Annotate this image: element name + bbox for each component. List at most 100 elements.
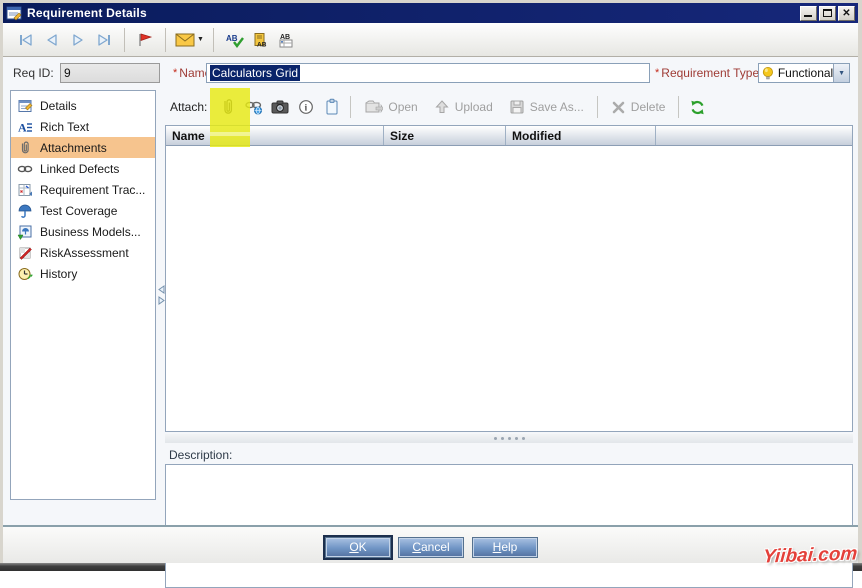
- sidebar-item-label: Rich Text: [40, 120, 89, 134]
- sidebar-splitter[interactable]: [157, 282, 165, 308]
- attach-label: Attach:: [170, 100, 207, 114]
- mail-icon: [175, 33, 195, 47]
- thesaurus-icon: AB: [251, 32, 269, 48]
- sidebar-item-linked-defects[interactable]: Linked Defects: [11, 158, 155, 179]
- required-asterisk: *: [655, 67, 659, 79]
- last-record-icon: [94, 32, 114, 48]
- attachments-table: Name Size Modified: [165, 125, 853, 432]
- name-input[interactable]: Calculators Grid: [206, 63, 650, 83]
- attach-url-button[interactable]: [241, 95, 267, 119]
- description-splitter[interactable]: [165, 434, 853, 443]
- attach-clipboard-button[interactable]: [319, 95, 345, 119]
- close-button[interactable]: ✕: [838, 6, 855, 21]
- attachments-icon: [17, 140, 33, 156]
- previous-record-icon: [42, 32, 62, 48]
- requirement-type-select[interactable]: Functional ▼: [758, 63, 850, 83]
- save-icon: [509, 99, 525, 115]
- toolbar-separator: [678, 96, 679, 118]
- open-attachment-button[interactable]: Open: [356, 95, 425, 119]
- splitter-dot: [501, 437, 504, 440]
- sidebar: Details A Rich Text Attachments Linked D…: [10, 90, 156, 500]
- fields-row: Req ID: 9 *Name: Calculators Grid *Requi…: [3, 58, 858, 88]
- titlebar: Requirement Details ✕: [3, 3, 858, 23]
- spell-check-icon: AB: [224, 32, 244, 48]
- name-value-selected: Calculators Grid: [210, 65, 300, 81]
- open-label: Open: [388, 100, 417, 114]
- last-record-button[interactable]: [91, 27, 117, 53]
- spelling-options-button[interactable]: AB: [273, 27, 299, 53]
- refresh-button[interactable]: [684, 95, 710, 119]
- sidebar-item-history[interactable]: History: [11, 263, 155, 284]
- sidebar-item-business-models[interactable]: Business Models...: [11, 221, 155, 242]
- attach-snapshot-button[interactable]: [267, 95, 293, 119]
- attach-system-info-button[interactable]: i: [293, 95, 319, 119]
- sidebar-item-label: Linked Defects: [40, 162, 119, 176]
- first-record-button[interactable]: [13, 27, 39, 53]
- upload-attachment-button[interactable]: Upload: [426, 95, 501, 119]
- help-button[interactable]: Help: [472, 537, 538, 558]
- sidebar-item-label: History: [40, 267, 77, 281]
- minimize-button[interactable]: [800, 6, 817, 21]
- bulb-icon: [761, 65, 775, 81]
- test-coverage-icon: [17, 203, 33, 219]
- details-icon: [17, 98, 33, 114]
- ok-button[interactable]: OK: [325, 537, 391, 558]
- sidebar-item-label: RiskAssessment: [40, 246, 129, 260]
- splitter-dot: [494, 437, 497, 440]
- sidebar-item-attachments[interactable]: Attachments: [11, 137, 155, 158]
- upload-icon: [434, 99, 450, 115]
- thesaurus-button[interactable]: AB: [247, 27, 273, 53]
- save-as-label: Save As...: [530, 100, 584, 114]
- attachments-list-area[interactable]: [166, 146, 852, 431]
- attach-file-button[interactable]: [215, 95, 241, 119]
- next-record-button[interactable]: [65, 27, 91, 53]
- info-icon: i: [298, 99, 314, 115]
- sidebar-item-rich-text[interactable]: A Rich Text: [11, 116, 155, 137]
- minimize-icon: [804, 15, 812, 17]
- req-id-field[interactable]: 9: [60, 63, 160, 83]
- sidebar-item-risk-assessment[interactable]: RiskAssessment: [11, 242, 155, 263]
- save-as-attachment-button[interactable]: Save As...: [501, 95, 592, 119]
- splitter-dot: [515, 437, 518, 440]
- record-toolbar: ▼ AB AB AB: [3, 23, 858, 57]
- attachments-table-header: Name Size Modified: [166, 126, 852, 146]
- watermark: Yiibai.com: [762, 543, 858, 568]
- toolbar-separator: [213, 28, 214, 52]
- flag-icon: [136, 32, 154, 48]
- camera-icon: [270, 99, 290, 115]
- cancel-button[interactable]: Cancel: [398, 537, 464, 558]
- delete-attachment-button[interactable]: Delete: [603, 95, 674, 119]
- toolbar-separator: [350, 96, 351, 118]
- sidebar-item-details[interactable]: Details: [11, 95, 155, 116]
- business-models-icon: [17, 224, 33, 240]
- attachments-panel: Attach: i: [165, 90, 853, 500]
- sidebar-item-test-coverage[interactable]: Test Coverage: [11, 200, 155, 221]
- description-label: Description:: [169, 448, 232, 462]
- column-header-size[interactable]: Size: [384, 126, 506, 145]
- svg-text:AB: AB: [226, 34, 238, 43]
- sidebar-item-label: Requirement Trac...: [40, 183, 145, 197]
- column-header-empty[interactable]: [656, 126, 852, 145]
- sidebar-item-label: Test Coverage: [40, 204, 117, 218]
- maximize-icon: [823, 9, 832, 17]
- svg-text:A: A: [18, 120, 27, 134]
- url-link-icon: [244, 98, 264, 116]
- collapse-left-icon: [158, 285, 165, 294]
- send-mail-button[interactable]: ▼: [173, 27, 206, 53]
- maximize-button[interactable]: [819, 6, 836, 21]
- required-asterisk: *: [173, 67, 177, 79]
- column-header-name[interactable]: Name: [166, 126, 384, 145]
- previous-record-button[interactable]: [39, 27, 65, 53]
- history-icon: [17, 266, 33, 282]
- attachments-toolbar: Attach: i: [165, 90, 853, 124]
- sidebar-item-requirement-traceability[interactable]: Requirement Trac...: [11, 179, 155, 200]
- delete-x-icon: [611, 100, 626, 115]
- paperclip-icon: [219, 97, 237, 117]
- follow-up-flag-button[interactable]: [132, 27, 158, 53]
- column-header-modified[interactable]: Modified: [506, 126, 656, 145]
- requirement-type-dropdown-button[interactable]: ▼: [833, 64, 849, 82]
- spell-check-button[interactable]: AB: [221, 27, 247, 53]
- toolbar-separator: [165, 28, 166, 52]
- first-record-icon: [16, 32, 36, 48]
- upload-label: Upload: [455, 100, 493, 114]
